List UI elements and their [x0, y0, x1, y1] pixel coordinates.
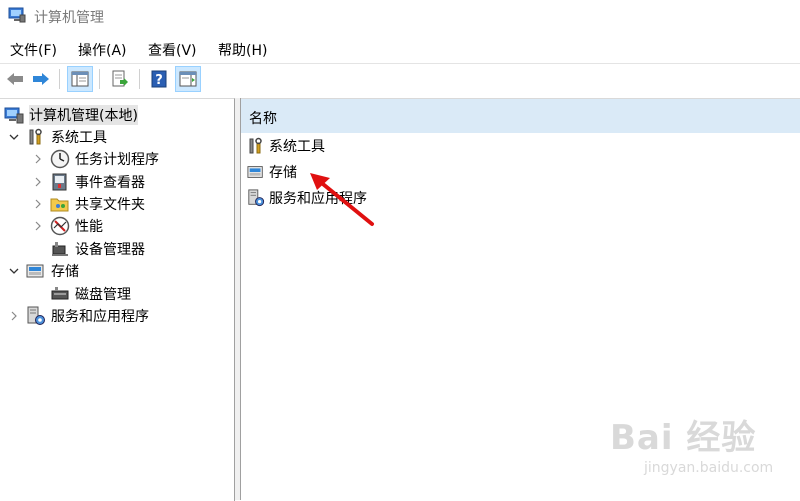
- tree-item-device-manager[interactable]: 设备管理器: [50, 238, 145, 260]
- menu-bar: 文件(F) 操作(A) 查看(V) 帮助(H): [0, 36, 800, 60]
- tree-item-task-scheduler[interactable]: 任务计划程序: [32, 148, 159, 170]
- help-icon[interactable]: ?: [147, 67, 171, 91]
- toolbar-separator: [139, 69, 140, 89]
- back-arrow-icon[interactable]: [3, 67, 27, 91]
- console-tree: 计算机管理(本地) 系统工具 任务计划程序 事件查看器 共享文件夹 性能 设备管…: [0, 98, 235, 501]
- event-viewer-icon: [50, 173, 70, 191]
- svg-text:?: ?: [155, 73, 163, 88]
- menu-help[interactable]: 帮助(H): [218, 40, 267, 60]
- tree-label: 性能: [75, 219, 103, 235]
- tree-item-disk-management[interactable]: 磁盘管理: [50, 283, 131, 305]
- title-bar: 计算机管理: [0, 0, 800, 32]
- annotation-arrow: [300, 168, 380, 234]
- tree-label: 任务计划程序: [75, 152, 159, 168]
- chevron-down-icon[interactable]: [8, 265, 20, 277]
- chevron-right-icon[interactable]: [32, 198, 44, 210]
- tree-item-system-tools[interactable]: 系统工具: [8, 126, 107, 148]
- tree-label: 磁盘管理: [75, 287, 131, 303]
- device-manager-icon: [50, 240, 70, 258]
- column-header-label: 名称: [249, 111, 277, 127]
- toolbar-separator: [99, 69, 100, 89]
- tree-label: 共享文件夹: [75, 197, 145, 213]
- baidu-watermark: Bai 经验 jingyan.baidu.com: [610, 410, 790, 490]
- list-item-system-tools[interactable]: 系统工具: [247, 135, 325, 157]
- menu-action[interactable]: 操作(A): [78, 40, 127, 60]
- tree-item-performance[interactable]: 性能: [32, 215, 103, 237]
- watermark-url: jingyan.baidu.com: [644, 460, 774, 476]
- shared-folder-icon: [50, 195, 70, 213]
- storage-icon: [247, 163, 265, 181]
- computer-management-icon: [4, 106, 24, 124]
- chevron-down-icon[interactable]: [8, 131, 20, 143]
- export-list-icon[interactable]: [108, 67, 132, 91]
- chevron-right-icon[interactable]: [32, 176, 44, 188]
- forward-arrow-icon[interactable]: [29, 67, 53, 91]
- clock-icon: [50, 149, 70, 169]
- tree-label: 存储: [51, 264, 79, 280]
- toolbar-separator: [59, 69, 60, 89]
- tree-label: 设备管理器: [75, 242, 145, 258]
- menu-view[interactable]: 查看(V): [148, 40, 197, 60]
- services-icon: [247, 189, 265, 207]
- watermark-logo: Bai 经验: [610, 418, 757, 458]
- console-tree-icon[interactable]: [67, 66, 93, 92]
- chevron-right-icon[interactable]: [32, 153, 44, 165]
- tree-item-shared-folders[interactable]: 共享文件夹: [32, 193, 145, 215]
- disk-management-icon: [50, 285, 70, 303]
- list-item-label: 系统工具: [269, 139, 325, 155]
- action-pane-icon[interactable]: [175, 66, 201, 92]
- toolbar: ?: [0, 63, 800, 95]
- tree-item-storage[interactable]: 存储: [8, 260, 79, 282]
- tree-item-event-viewer[interactable]: 事件查看器: [32, 171, 145, 193]
- computer-management-icon: [8, 7, 26, 23]
- tools-icon: [26, 128, 46, 146]
- tree-label: 事件查看器: [75, 175, 145, 191]
- window-title: 计算机管理: [34, 10, 104, 26]
- menu-file[interactable]: 文件(F): [10, 40, 57, 60]
- chevron-right-icon[interactable]: [8, 310, 20, 322]
- list-item-label: 存储: [269, 165, 297, 181]
- tree-item-computer-management[interactable]: 计算机管理(本地): [4, 104, 138, 126]
- tree-label: 计算机管理(本地): [29, 105, 138, 125]
- performance-icon: [50, 216, 70, 236]
- tree-item-services[interactable]: 服务和应用程序: [8, 305, 149, 327]
- tools-icon: [247, 137, 265, 155]
- services-icon: [26, 306, 46, 325]
- tree-label: 服务和应用程序: [51, 309, 149, 325]
- list-item-storage[interactable]: 存储: [247, 161, 297, 183]
- column-header-name[interactable]: 名称: [241, 99, 800, 133]
- storage-icon: [26, 262, 46, 280]
- chevron-right-icon[interactable]: [32, 220, 44, 232]
- tree-label: 系统工具: [51, 130, 107, 146]
